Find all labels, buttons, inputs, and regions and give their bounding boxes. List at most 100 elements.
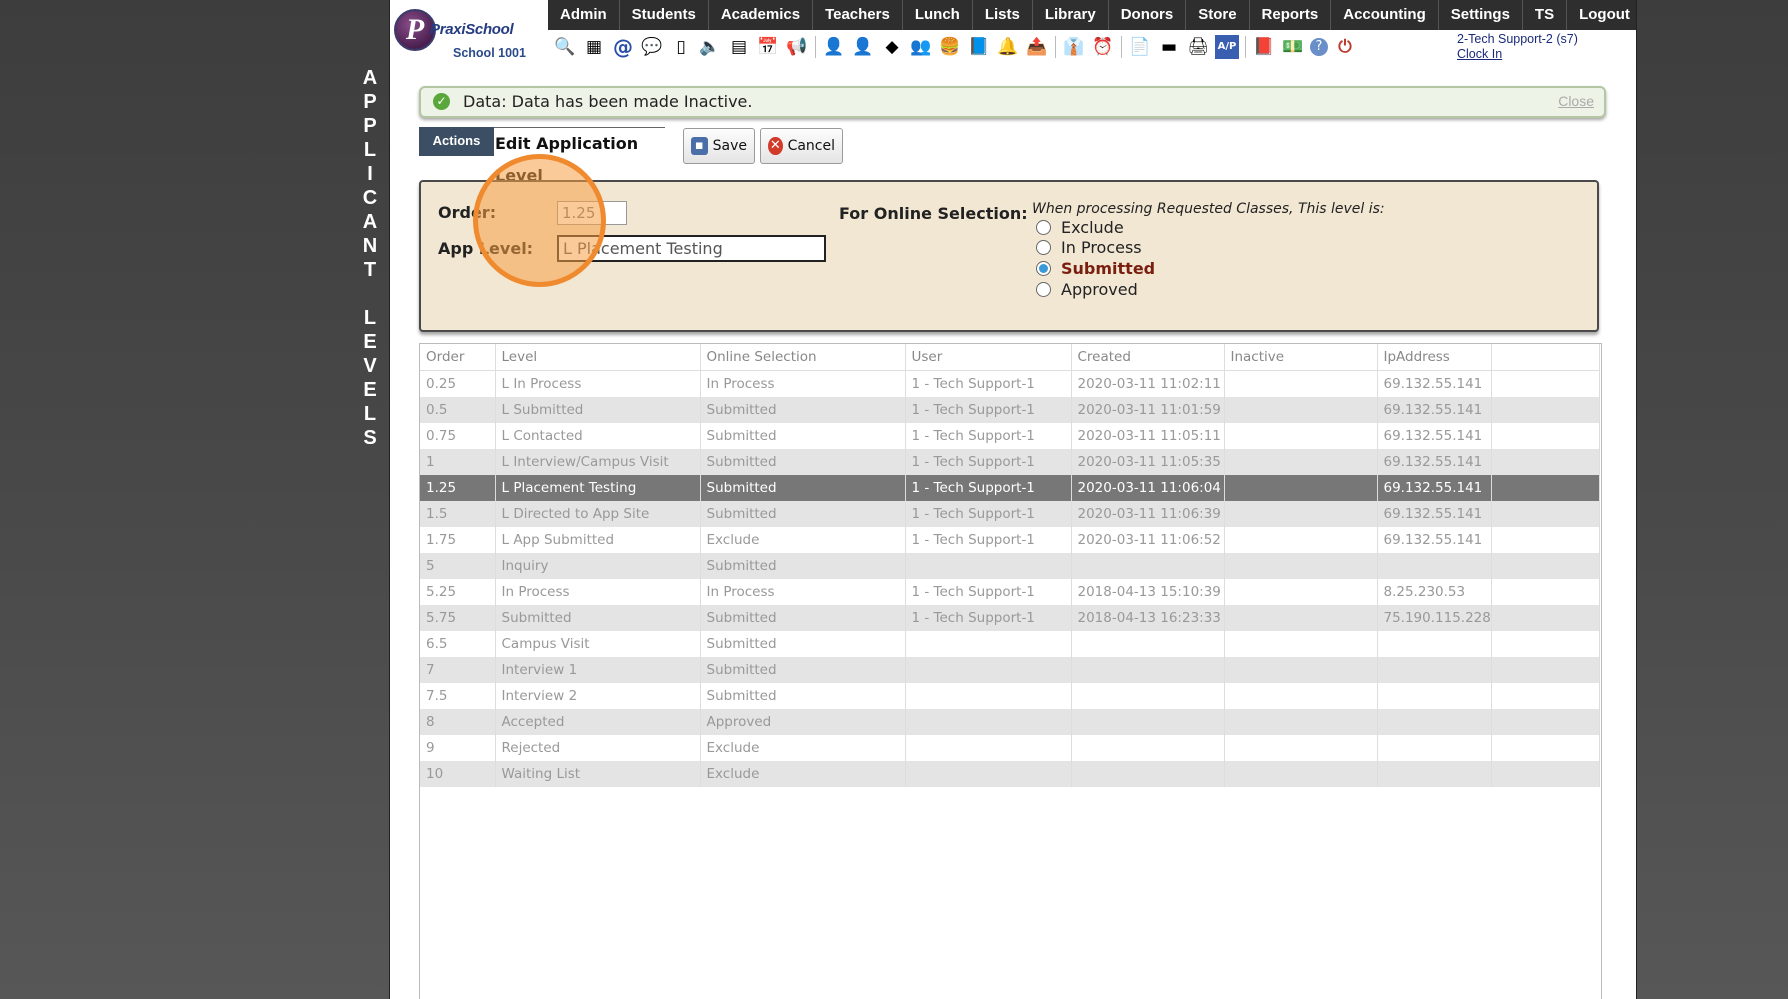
column-header[interactable]: IpAddress (1377, 344, 1492, 371)
table-cell (1491, 657, 1600, 683)
clock-icon[interactable]: ⏰ (1091, 35, 1115, 59)
table-row[interactable]: 6.5 Campus Visit Submitted (420, 631, 1600, 657)
table-cell (905, 709, 1072, 735)
table-row[interactable]: 0.75 L Contacted Submitted 1 - Tech Support… (420, 423, 1600, 449)
table-cell: 2020-03-11 11:06:52 (1071, 527, 1225, 553)
column-header[interactable]: Level (495, 344, 701, 371)
lunch-icon[interactable]: 🍔 (938, 35, 962, 59)
card-icon[interactable]: ▬ (1157, 35, 1181, 59)
table-row[interactable]: 1.25 L Placement Testing Submitted 1 - Tech… (420, 475, 1600, 501)
table-row[interactable]: 1L Interview/Campus Visit Submitted 1 - Te… (420, 449, 1600, 475)
edit-level-title: Edit Application Level (494, 127, 665, 185)
menu-ts[interactable]: TS (1523, 0, 1568, 30)
table-cell: Rejected (495, 735, 701, 761)
option-in-process[interactable]: In Process (1036, 238, 1142, 257)
notification-close-link[interactable]: Close (1558, 93, 1594, 109)
search-icon[interactable]: 🔍 (553, 35, 577, 59)
clock-in-link[interactable]: Clock In (1457, 47, 1578, 62)
table-cell: 69.132.55.141 (1377, 475, 1492, 501)
staff-icon[interactable]: 👔 (1062, 35, 1086, 59)
table-row[interactable]: 0.5 L Submitted Submitted 1 - Tech Support-… (420, 397, 1600, 423)
ap-icon[interactable]: A/P (1215, 35, 1239, 59)
table-row[interactable]: 10 Waiting List Exclude (420, 761, 1600, 787)
menu-reports[interactable]: Reports (1250, 0, 1332, 30)
table-row[interactable]: 1.75 L App Submitted Exclude 1 - Tech Suppo… (420, 527, 1600, 553)
menu-students[interactable]: Students (620, 0, 709, 30)
eraser-icon[interactable]: ◆ (880, 35, 904, 59)
table-row[interactable]: 9 Rejected Exclude (420, 735, 1600, 761)
table-row[interactable]: 7 Interview 1 Submitted (420, 657, 1600, 683)
column-header[interactable]: Created (1071, 344, 1225, 371)
column-header[interactable] (1491, 344, 1600, 371)
table-row[interactable]: 5 Inquiry Submitted (420, 553, 1600, 579)
radio-button[interactable] (1036, 282, 1051, 297)
table-row[interactable]: 8 Accepted Approved (420, 709, 1600, 735)
menu-lunch[interactable]: Lunch (903, 0, 973, 30)
table-row[interactable]: 5.75 Submitted Submitted 1 - Tech Support-1… (420, 605, 1600, 631)
menu-logout[interactable]: Logout (1567, 0, 1636, 30)
calendar-grid-icon[interactable]: ▦ (582, 35, 606, 59)
group-icon[interactable]: 👥 (909, 35, 933, 59)
mobile-icon[interactable]: ▯ (669, 35, 693, 59)
floppy-disk-icon: ▪ (691, 137, 708, 155)
column-header[interactable]: Inactive (1224, 344, 1378, 371)
column-header[interactable]: User (905, 344, 1072, 371)
power-icon[interactable]: ⏻ (1333, 35, 1357, 59)
menu-admin[interactable]: Admin (548, 0, 620, 30)
menu-library[interactable]: Library (1033, 0, 1109, 30)
chat-icon[interactable]: 💬 (640, 35, 664, 59)
menu-lists[interactable]: Lists (973, 0, 1033, 30)
radio-label: Submitted (1061, 259, 1156, 278)
cancel-button[interactable]: ✕ Cancel (760, 128, 843, 164)
user-info: 2-Tech Support-2 (s7) Clock In (1457, 32, 1578, 62)
table-cell: Submitted (700, 605, 906, 631)
bell-icon[interactable]: 🔔 (996, 35, 1020, 59)
order-input[interactable] (557, 201, 627, 225)
report-icon[interactable]: 📄 (1128, 35, 1152, 59)
pdf-icon[interactable]: 📕 (1252, 35, 1276, 59)
option-submitted[interactable]: Submitted (1036, 259, 1155, 278)
menu-accounting[interactable]: Accounting (1331, 0, 1439, 30)
table-row[interactable]: 7.5 Interview 2 Submitted (420, 683, 1600, 709)
column-header[interactable]: Order (420, 344, 496, 371)
menu-settings[interactable]: Settings (1439, 0, 1523, 30)
student-icon[interactable]: 👤 (822, 35, 846, 59)
calendar-icon[interactable]: 📅 (756, 35, 780, 59)
teacher-icon[interactable]: 👤 (851, 35, 875, 59)
table-row[interactable]: 5.25 In Process In Process 1 - Tech Support… (420, 579, 1600, 605)
radio-button[interactable] (1036, 261, 1051, 276)
menu-academics[interactable]: Academics (709, 0, 814, 30)
table-cell (1491, 579, 1600, 605)
option-exclude[interactable]: Exclude (1036, 218, 1124, 237)
book-icon[interactable]: 📘 (967, 35, 991, 59)
menu-donors[interactable]: Donors (1109, 0, 1187, 30)
megaphone-icon[interactable]: 📢 (785, 35, 809, 59)
menu-store[interactable]: Store (1186, 0, 1250, 30)
app-level-input[interactable] (557, 235, 826, 262)
money-icon[interactable]: 💵 (1281, 35, 1305, 59)
table-cell (1071, 657, 1225, 683)
save-button[interactable]: ▪ Save (683, 128, 755, 164)
option-approved[interactable]: Approved (1036, 280, 1138, 299)
table-row[interactable]: 1.5 L Directed to App Site Submitted 1 - Te… (420, 501, 1600, 527)
radio-button[interactable] (1036, 220, 1051, 235)
table-cell (1377, 553, 1492, 579)
export-icon[interactable]: 📤 (1025, 35, 1049, 59)
actions-tab[interactable]: Actions (419, 127, 494, 156)
email-at-icon[interactable]: @ (611, 35, 635, 59)
menu-teachers[interactable]: Teachers (813, 0, 903, 30)
column-header[interactable]: Online Selection (700, 344, 906, 371)
table-cell: L In Process (495, 370, 701, 397)
printer-icon[interactable]: 🖨 (1186, 35, 1210, 59)
help-icon[interactable]: ? (1310, 38, 1328, 56)
order-label: Order: (438, 203, 497, 222)
table-cell (1377, 761, 1492, 787)
table-cell: Approved (700, 709, 906, 735)
praxischool-logo[interactable]: P PraxiSchool School 1001 (390, 0, 548, 66)
schedule-icon[interactable]: ▤ (727, 35, 751, 59)
speaker-icon[interactable]: 🔈 (698, 35, 722, 59)
table-cell: 1 - Tech Support-1 (905, 475, 1072, 501)
app-frame: P PraxiSchool School 1001 Admin Students A… (389, 0, 1637, 999)
table-row[interactable]: 0.25 L In Process In Process 1 - Tech Suppo… (420, 370, 1600, 397)
radio-button[interactable] (1036, 240, 1051, 255)
